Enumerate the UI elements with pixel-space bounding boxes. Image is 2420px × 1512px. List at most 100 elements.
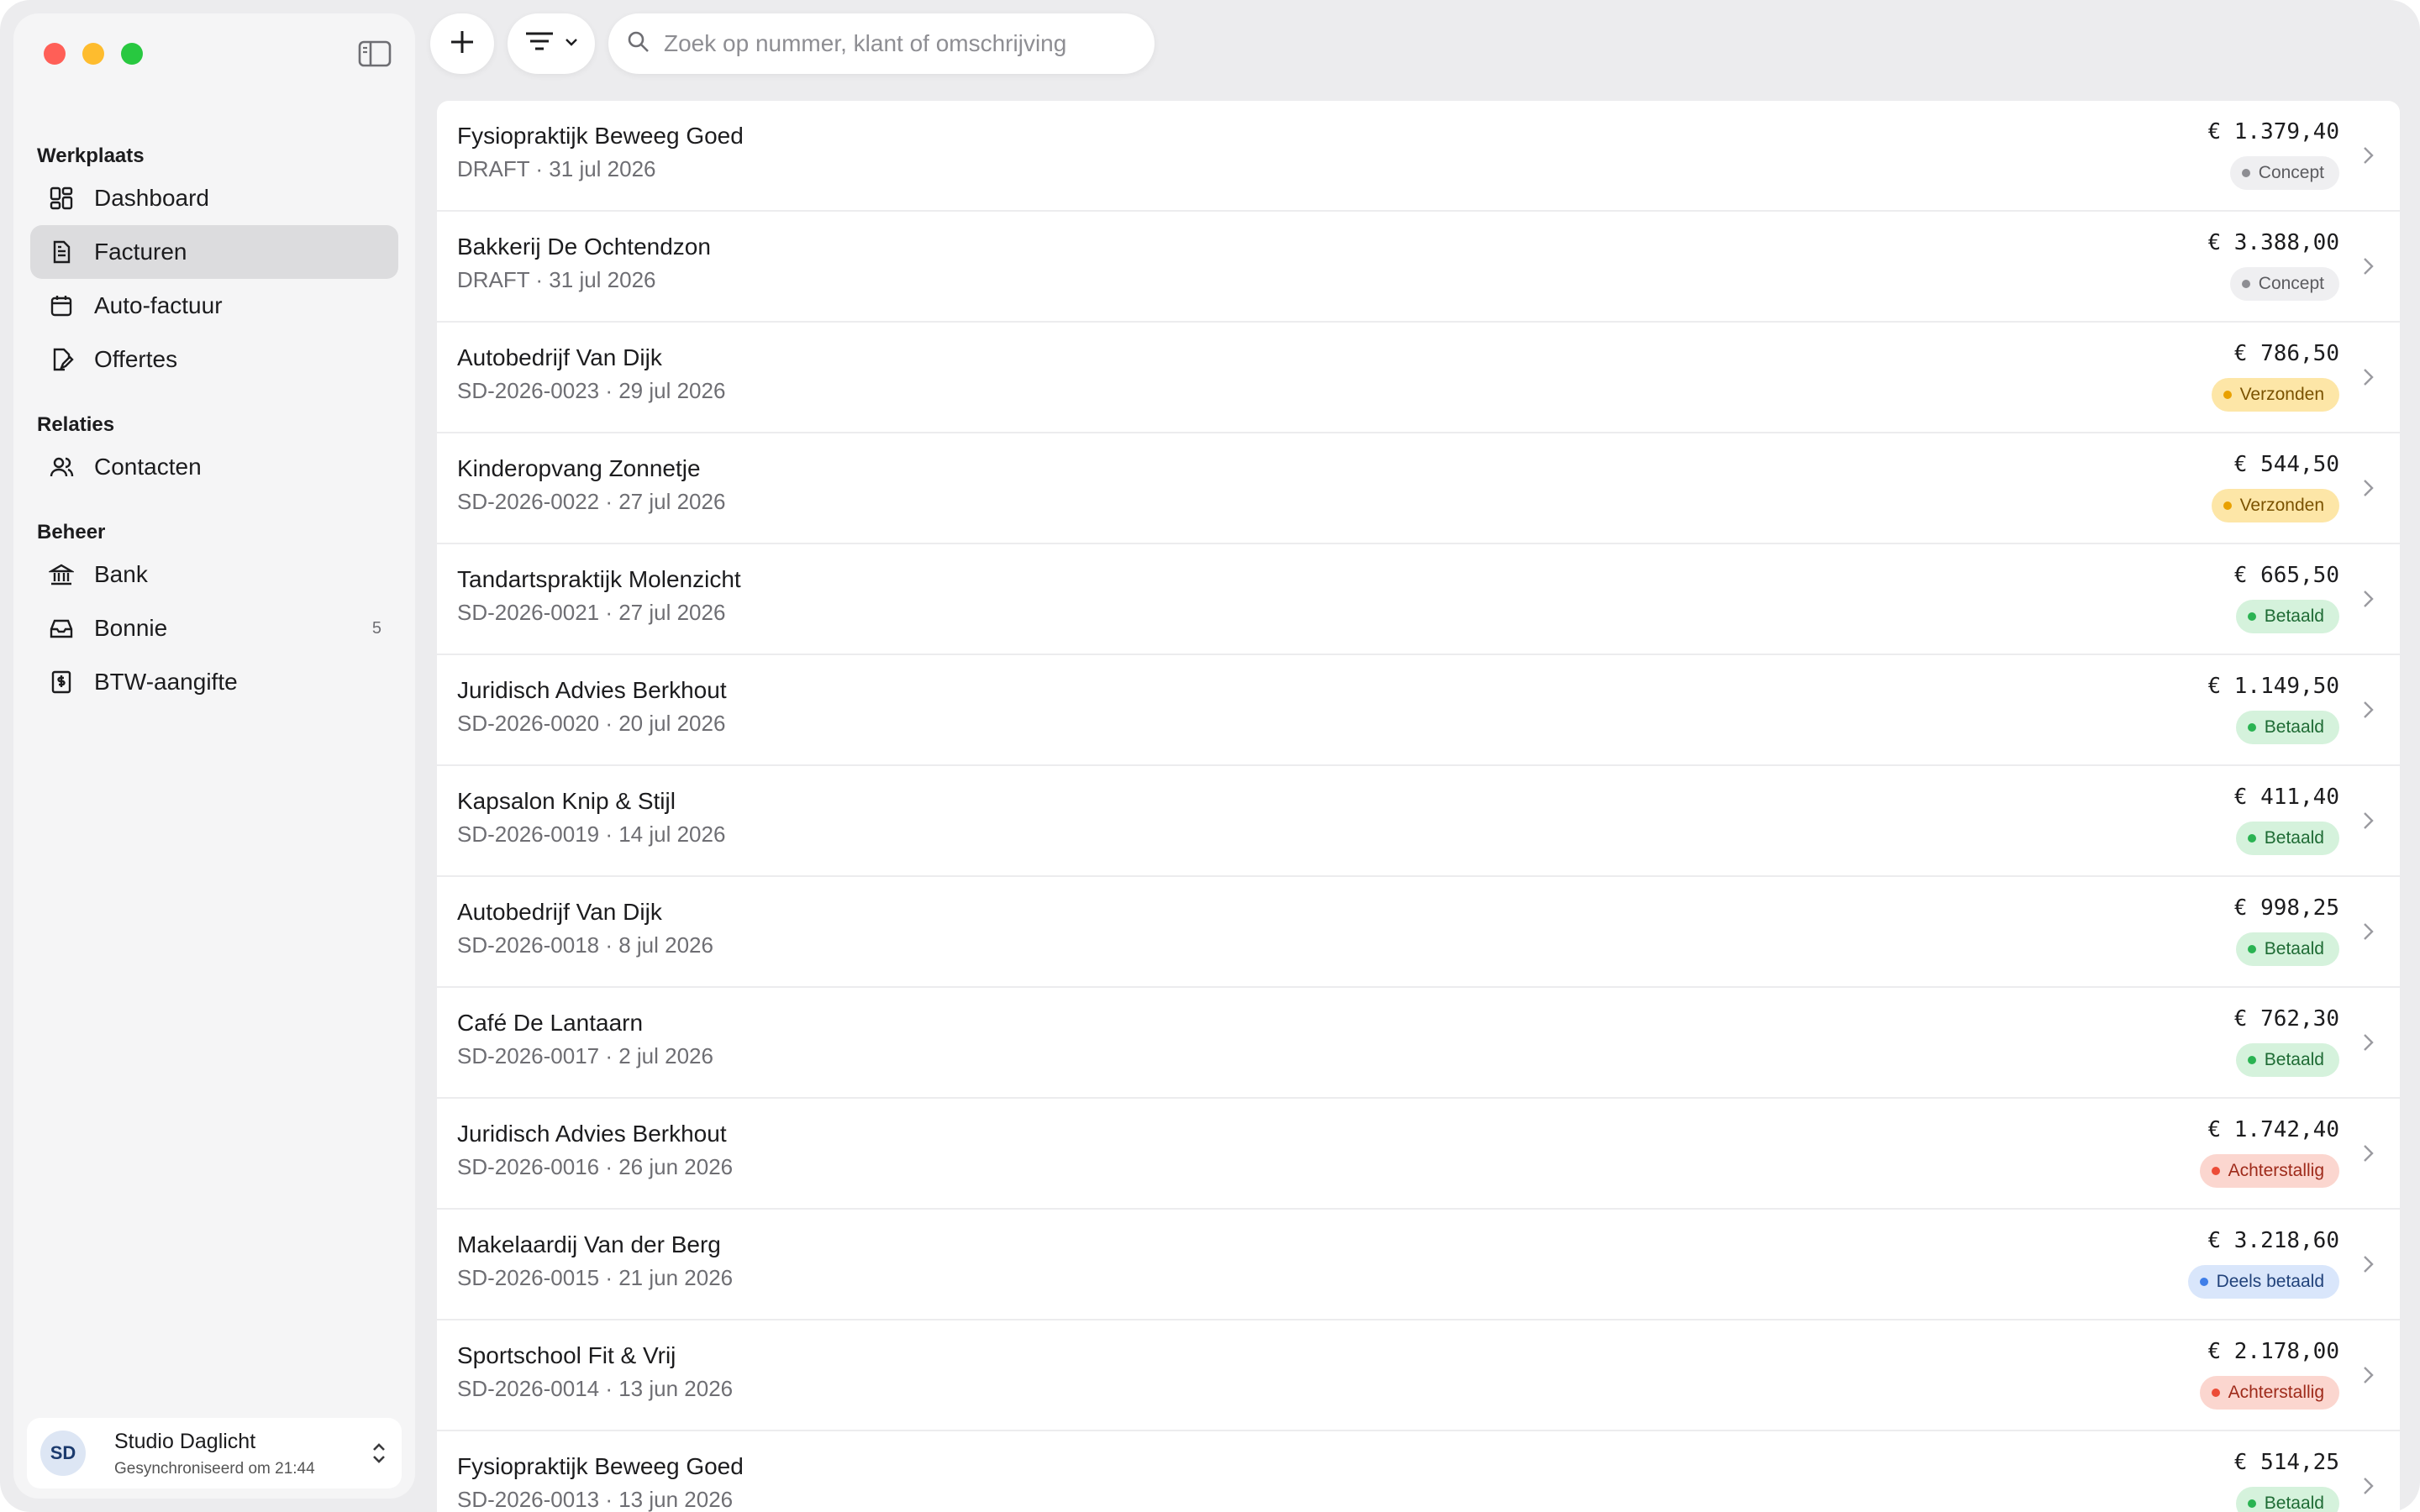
chevron-right-icon [2361,254,2376,279]
tax-receipt-icon [47,668,76,696]
invoice-row[interactable]: Juridisch Advies Berkhout SD-2026-0020 · … [437,655,2400,766]
invoice-number-date: SD-2026-0015 · 21 jun 2026 [457,1265,734,1290]
invoice-client: Juridisch Advies Berkhout [457,677,727,703]
minimize-window-button[interactable] [82,43,104,65]
sidebar-toggle-icon[interactable] [358,39,392,69]
chevron-right-icon [2361,1252,2376,1277]
sidebar-item-label: Facturen [94,239,187,265]
status-badge: Verzonden [2211,489,2339,522]
sidebar-item-label: BTW-aangifte [94,669,238,695]
chevron-right-icon [2361,919,2376,944]
sidebar-item-bonnie[interactable]: Bonnie 5 [30,601,398,655]
account-switcher[interactable]: SD Studio Daglicht Gesynchroniseerd om 2… [27,1418,402,1488]
status-label: Betaald [2264,1494,2324,1512]
chevron-right-icon [2361,1030,2376,1055]
status-dot-icon [2247,1499,2256,1508]
status-badge: Betaald [2235,1043,2339,1077]
sidebar: Werkplaats Dashboard Facturen Auto-factu… [13,13,415,1499]
sidebar-item-facturen[interactable]: Facturen [30,225,398,279]
close-window-button[interactable] [44,43,66,65]
invoice-number-date: SD-2026-0016 · 26 jun 2026 [457,1154,734,1179]
status-badge: Betaald [2235,600,2339,633]
invoice-row[interactable]: Makelaardij Van der Berg SD-2026-0015 · 2… [437,1210,2400,1320]
sidebar-item-auto-factuur[interactable]: Auto-factuur [30,279,398,333]
status-badge: Concept [2229,267,2339,301]
invoice-amount: € 3.218,60 [2207,1228,2339,1253]
invoice-row[interactable]: Tandartspraktijk Molenzicht SD-2026-0021 … [437,544,2400,655]
sidebar-item-label: Auto-factuur [94,292,223,318]
invoice-client: Autobedrijf Van Dijk [457,344,662,370]
invoice-row[interactable]: Autobedrijf Van Dijk SD-2026-0018 · 8 jul… [437,877,2400,988]
filter-icon [524,29,561,59]
sidebar-item-label: Bonnie [94,615,168,641]
status-dot-icon [2211,1389,2220,1397]
invoice-amount: € 514,25 [2233,1450,2339,1475]
invoice-row[interactable]: Fysiopraktijk Beweeg Goed SD-2026-0013 · … [437,1431,2400,1512]
invoice-amount: € 1.149,50 [2207,674,2339,699]
status-badge: Verzonden [2211,378,2339,412]
status-label: Verzonden [2239,385,2324,404]
status-badge: Betaald [2235,822,2339,855]
status-dot-icon [2223,391,2232,399]
invoice-row[interactable]: Café De Lantaarn SD-2026-0017 · 2 jul 202… [437,988,2400,1099]
invoice-amount: € 3.388,00 [2207,230,2339,255]
invoice-amount: € 998,25 [2233,895,2339,921]
count-badge: 5 [371,618,381,638]
zoom-window-button[interactable] [121,43,143,65]
sidebar-item-btw-aangifte[interactable]: BTW-aangifte [30,655,398,709]
add-invoice-button[interactable] [430,13,494,74]
invoice-row[interactable]: Kapsalon Knip & Stijl SD-2026-0019 · 14 j… [437,766,2400,877]
invoice-amount: € 665,50 [2233,563,2339,588]
chevron-right-icon [2361,697,2376,722]
status-dot-icon [2247,945,2256,953]
status-label: Betaald [2264,1050,2324,1069]
status-label: Betaald [2264,717,2324,737]
status-label: Concept [2258,274,2324,293]
invoice-amount: € 544,50 [2233,452,2339,477]
chevron-right-icon [2361,808,2376,833]
invoice-number-date: SD-2026-0023 · 29 jul 2026 [457,378,726,403]
status-dot-icon [2211,1167,2220,1175]
account-name: Studio Daglicht [114,1430,256,1453]
invoice-amount: € 1.379,40 [2207,119,2339,144]
bank-icon [47,560,76,589]
invoice-row[interactable]: Bakkerij De Ochtendzon DRAFT · 31 jul 202… [437,212,2400,323]
invoice-list: Fysiopraktijk Beweeg Goed DRAFT · 31 jul … [437,101,2400,1512]
invoice-client: Tandartspraktijk Molenzicht [457,566,741,592]
sidebar-item-label: Contacten [94,454,202,480]
invoice-client: Café De Lantaarn [457,1010,644,1036]
search-input[interactable] [662,29,1136,58]
sidebar-item-dashboard[interactable]: Dashboard [30,171,398,225]
plus-icon [448,28,476,60]
invoice-amount: € 786,50 [2233,341,2339,366]
invoice-client: Kinderopvang Zonnetje [457,455,701,481]
section-header-werkplaats: Werkplaats [37,144,145,167]
sidebar-item-offertes[interactable]: Offertes [30,333,398,386]
invoice-row[interactable]: Autobedrijf Van Dijk SD-2026-0023 · 29 ju… [437,323,2400,433]
status-dot-icon [2241,169,2250,177]
invoice-row[interactable]: Juridisch Advies Berkhout SD-2026-0016 · … [437,1099,2400,1210]
sidebar-item-bank[interactable]: Bank [30,548,398,601]
status-badge: Concept [2229,156,2339,190]
status-dot-icon [2223,501,2232,510]
invoice-row[interactable]: Fysiopraktijk Beweeg Goed DRAFT · 31 jul … [437,101,2400,212]
search-icon [627,30,650,58]
avatar: SD [40,1431,86,1476]
status-label: Betaald [2264,606,2324,626]
invoice-amount: € 411,40 [2233,785,2339,810]
status-label: Betaald [2264,939,2324,958]
invoice-row[interactable]: Kinderopvang Zonnetje SD-2026-0022 · 27 j… [437,433,2400,544]
sidebar-item-label: Bank [94,561,148,587]
invoice-client: Kapsalon Knip & Stijl [457,788,676,814]
invoice-number-date: SD-2026-0019 · 14 jul 2026 [457,822,726,847]
filter-button[interactable] [508,13,595,74]
status-dot-icon [2247,612,2256,621]
inbox-tray-icon [47,614,76,643]
invoice-amount: € 2.178,00 [2207,1339,2339,1364]
search-field[interactable] [608,13,1155,74]
status-label: Achterstallig [2228,1383,2324,1402]
sidebar-item-contacten[interactable]: Contacten [30,440,398,494]
invoice-number-date: SD-2026-0022 · 27 jul 2026 [457,489,726,514]
calendar-icon [47,291,76,320]
invoice-row[interactable]: Sportschool Fit & Vrij SD-2026-0014 · 13 … [437,1320,2400,1431]
